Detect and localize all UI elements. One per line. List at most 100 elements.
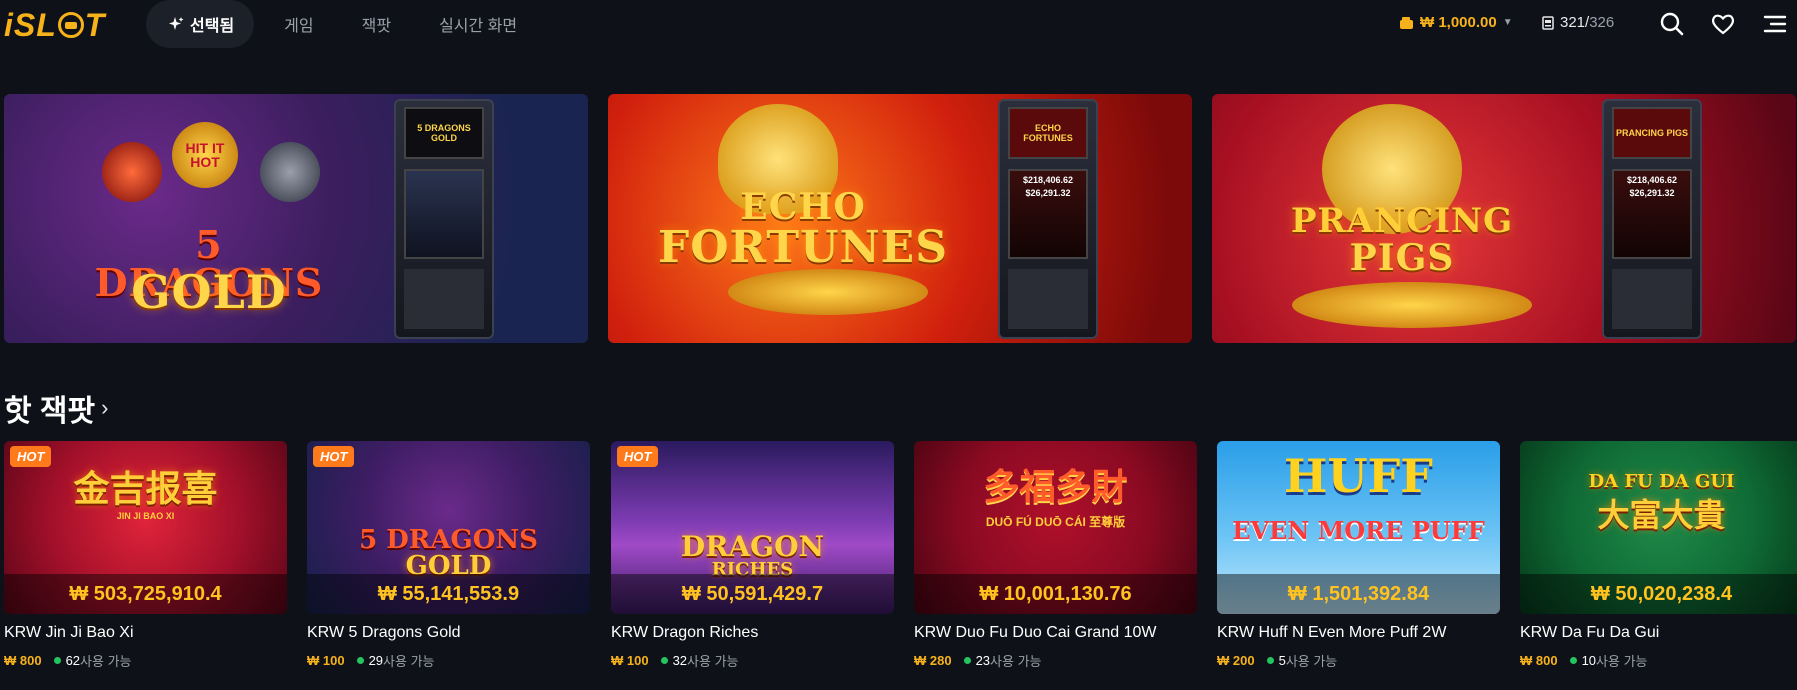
banner-echo-fortunes[interactable]: ECHO FORTUNES ECHO FORTUNES $218,406.62 … — [608, 94, 1192, 343]
menu-icon[interactable] — [1762, 11, 1788, 37]
banner-title-line2: PIGS — [1349, 237, 1455, 279]
available-label: 사용 가능 — [1596, 654, 1648, 669]
heart-icon[interactable] — [1710, 11, 1736, 37]
game-meta: ₩ 800 62 사용 가능 — [4, 651, 287, 670]
game-card[interactable]: 5 DRAGONS GOLD HOT ₩ 55,141,553.9 KRW 5 … — [307, 441, 590, 670]
hot-badge: HOT — [313, 446, 355, 467]
game-thumbnail[interactable]: HUFF EVEN MORE PUFF ₩ 1,501,392.84 — [1217, 441, 1500, 614]
game-thumbnail[interactable]: 5 DRAGONS GOLD HOT ₩ 55,141,553.9 — [307, 441, 590, 614]
min-bet: ₩ 280 — [914, 653, 952, 668]
jackpot-amount: ₩ 503,725,910.4 — [4, 574, 287, 614]
cabinet-screen: $218,406.62 $26,291.32 — [1008, 169, 1088, 259]
players-current: 321 — [1560, 14, 1586, 31]
game-name[interactable]: KRW Da Fu Da Gui — [1520, 624, 1797, 642]
min-bet: ₩ 800 — [4, 653, 42, 668]
search-icon[interactable] — [1659, 11, 1685, 37]
game-name[interactable]: KRW Dragon Riches — [611, 624, 894, 642]
game-art-title: HUFF — [1284, 449, 1433, 503]
jackpot-amount: ₩ 1,501,392.84 — [1217, 574, 1500, 614]
slot-cabinet: 5 DRAGONS GOLD — [394, 99, 494, 339]
online-dot-icon — [1266, 657, 1274, 664]
game-card[interactable]: 多福多財 DUŌ FÚ DUŌ CÁI 至尊版 ₩ 10,001,130.76 … — [914, 441, 1197, 670]
top-bar: iSL T 선택됨 게임 잭팟 실시간 화면 ₩ 1,000.00 ▼ 321/3… — [0, 0, 1797, 52]
gold-platform — [1292, 282, 1532, 328]
available-label: 사용 가능 — [1285, 654, 1338, 669]
online-dot-icon — [1569, 657, 1577, 664]
game-card[interactable]: HUFF EVEN MORE PUFF ₩ 1,501,392.84 KRW H… — [1217, 441, 1500, 670]
gold-platform — [728, 269, 928, 315]
game-name[interactable]: KRW Huff N Even More Puff 2W — [1217, 624, 1500, 642]
available-label: 사용 가능 — [80, 654, 132, 669]
game-art-title: 金吉报喜 — [73, 468, 218, 510]
game-thumbnail[interactable]: DRAGON RICHES HOT ₩ 50,591,429.7 — [611, 441, 894, 614]
promo-banners: HIT IT HOT 5 DRAGONS GOLD 5 DRAGONS GOLD… — [4, 94, 1797, 343]
game-meta: ₩ 800 10 사용 가능 — [1520, 651, 1797, 670]
game-thumbnail[interactable]: DA FU DA GUI 大富大貴 ₩ 50,020,238.4 — [1520, 441, 1797, 614]
jackpot-amount: ₩ 10,001,130.76 — [914, 574, 1197, 614]
islot-logo[interactable]: iSL T — [4, 7, 105, 43]
game-meta: ₩ 100 29 사용 가능 — [307, 651, 590, 670]
hot-jackpot-heading[interactable]: 핫 잭팟 › — [4, 386, 108, 430]
game-card[interactable]: DRAGON RICHES HOT ₩ 50,591,429.7 KRW Dra… — [611, 441, 894, 670]
banner-prancing-pigs[interactable]: PRANCING PIGS PRANCING PIGS $218,406.62 … — [1212, 94, 1796, 343]
players-max: 326 — [1589, 14, 1615, 31]
online-dot-icon — [660, 657, 668, 664]
banner-title-line2: GOLD — [131, 265, 287, 319]
min-bet: ₩ 800 — [1520, 653, 1558, 668]
jackpot-meter-1: $218,406.62 — [1022, 175, 1074, 185]
cabinet-topper: 5 DRAGONS GOLD — [404, 107, 484, 159]
balance-dropdown[interactable]: ₩ 1,000.00 ▼ — [1400, 14, 1513, 31]
tab-games[interactable]: 게임 — [284, 12, 313, 36]
player-counter: 321/326 — [1542, 14, 1614, 31]
cabinet-base — [404, 269, 484, 329]
game-art-subtitle: JIN JI BAO XI — [116, 511, 175, 521]
tab-selected[interactable]: 선택됨 — [146, 0, 255, 48]
game-art-title: 5 DRAGONS — [359, 525, 538, 555]
banner-title-line1: PRANCING — [1290, 201, 1514, 241]
banner-title-line2: FORTUNES — [657, 222, 948, 273]
available-count: 29 — [368, 653, 384, 668]
game-thumbnail[interactable]: 金吉报喜 JIN JI BAO XI HOT ₩ 503,725,910.4 — [4, 441, 287, 614]
game-art-title: DA FU DA GUI — [1588, 471, 1735, 492]
online-dot-icon — [53, 657, 61, 664]
section-title: 핫 잭팟 — [4, 395, 96, 428]
online-dot-icon — [963, 657, 971, 664]
cabinet-base — [1008, 269, 1088, 329]
jackpot-amount: ₩ 50,591,429.7 — [611, 574, 894, 614]
available-count: 5 — [1278, 653, 1286, 668]
game-thumbnail[interactable]: 多福多財 DUŌ FÚ DUŌ CÁI 至尊版 ₩ 10,001,130.76 — [914, 441, 1197, 614]
available-count: 62 — [65, 653, 81, 668]
tab-jackpot[interactable]: 잭팟 — [362, 12, 391, 36]
game-name[interactable]: KRW Duo Fu Duo Cai Grand 10W — [914, 624, 1197, 642]
available-label: 사용 가능 — [687, 654, 739, 669]
min-bet: ₩ 200 — [1217, 653, 1255, 668]
banner-title-line1: ECHO — [740, 186, 866, 228]
game-name[interactable]: KRW 5 Dragons Gold — [307, 624, 590, 642]
hot-badge: HOT — [617, 446, 659, 467]
slot-cabinet: ECHO FORTUNES $218,406.62 $26,291.32 — [998, 99, 1098, 339]
cabinet-base — [1612, 269, 1692, 329]
game-meta: ₩ 200 5 사용 가능 — [1217, 651, 1500, 670]
tab-live-view[interactable]: 실시간 화면 — [439, 12, 517, 36]
game-art-subtitle: DUŌ FÚ DUŌ CÁI 至尊版 — [985, 515, 1126, 529]
jackpot-meter-2: $26,291.32 — [1629, 188, 1675, 198]
jackpot-meter-2: $26,291.32 — [1025, 188, 1071, 198]
banner-5-dragons-gold[interactable]: HIT IT HOT 5 DRAGONS GOLD 5 DRAGONS GOLD — [4, 94, 588, 343]
balance-value: ₩ 1,000.00 — [1420, 14, 1497, 31]
game-card[interactable]: 金吉报喜 JIN JI BAO XI HOT ₩ 503,725,910.4 K… — [4, 441, 287, 670]
main-nav: 선택됨 게임 잭팟 실시간 화면 — [146, 0, 517, 48]
game-name[interactable]: KRW Jin Ji Bao Xi — [4, 624, 287, 642]
slot-reel-icon — [57, 12, 84, 38]
available-label: 사용 가능 — [383, 654, 435, 669]
min-bet: ₩ 100 — [611, 653, 649, 668]
available-count: 23 — [975, 653, 991, 668]
jackpot-amount: ₩ 50,020,238.4 — [1520, 574, 1797, 614]
hot-jackpot-list: 金吉报喜 JIN JI BAO XI HOT ₩ 503,725,910.4 K… — [4, 441, 1797, 690]
hot-badge: HOT — [10, 446, 52, 467]
game-card[interactable]: DA FU DA GUI 大富大貴 ₩ 50,020,238.4 KRW Da … — [1520, 441, 1797, 670]
game-meta: ₩ 100 32 사용 가능 — [611, 651, 894, 670]
slot-cabinet: PRANCING PIGS $218,406.62 $26,291.32 — [1602, 99, 1702, 339]
game-meta: ₩ 280 23 사용 가능 — [914, 651, 1197, 670]
jackpot-meter-1: $218,406.62 — [1626, 175, 1678, 185]
chevron-right-icon: › — [101, 395, 109, 420]
